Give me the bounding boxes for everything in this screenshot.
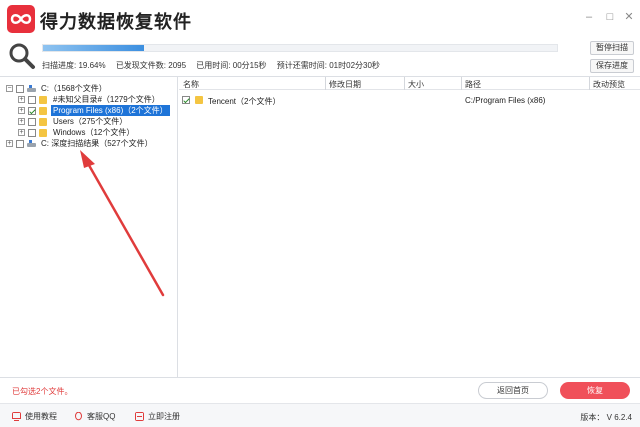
scan-stats: 扫描进度: 19.64% 已发现文件数: 2095 已用时间: 00分15秒 预…: [42, 60, 388, 71]
expand-icon[interactable]: +: [18, 118, 25, 125]
back-home-button[interactable]: 返回首页: [478, 382, 548, 399]
scan-progress-text: 扫描进度: 19.64%: [42, 61, 106, 70]
folder-tree: − C:（1568个文件） + #未知父目录#（1279个文件） + Progr…: [0, 77, 178, 377]
table-row[interactable]: Tencent（2个文件） C:/Program Files (x86): [179, 94, 640, 106]
column-size[interactable]: 大小: [408, 79, 424, 90]
register-label: 立即注册: [148, 412, 180, 421]
title-bar: 得力数据恢复软件 – □ ✕: [0, 0, 640, 38]
tree-item-deep-scan[interactable]: + C: 深度扫描结果（527个文件）: [6, 138, 155, 149]
qq-support-label: 客服QQ: [87, 412, 116, 421]
column-separator[interactable]: [325, 77, 326, 90]
tutorial-label: 使用教程: [25, 412, 57, 421]
tree-checkbox[interactable]: [16, 84, 24, 93]
column-path[interactable]: 路径: [465, 79, 481, 90]
folder-icon: [39, 106, 47, 115]
tree-checkbox[interactable]: [16, 139, 24, 148]
drive-icon: [27, 85, 36, 92]
scan-progress-fill: [43, 45, 144, 51]
register-icon: [135, 412, 144, 421]
found-files-text: 已发现文件数: 2095: [115, 61, 187, 70]
row-name: Tencent（2个文件）: [208, 97, 281, 106]
qq-support-link[interactable]: 客服QQ: [74, 411, 115, 422]
tutorial-link[interactable]: 使用教程: [12, 411, 57, 422]
tree-checkbox[interactable]: [28, 117, 36, 126]
tree-item-drive-c[interactable]: − C:（1568个文件）: [6, 83, 109, 94]
column-name[interactable]: 名称: [183, 79, 199, 90]
register-link[interactable]: 立即注册: [135, 411, 180, 422]
collapse-icon[interactable]: −: [6, 85, 13, 92]
folder-icon: [195, 96, 203, 104]
tree-item-label: Program Files (x86)（2个文件）: [51, 105, 170, 116]
folder-icon: [39, 117, 47, 126]
column-separator[interactable]: [589, 77, 590, 90]
tree-item-label: Windows（12个文件）: [53, 128, 135, 137]
pause-scan-button[interactable]: 暂停扫描: [590, 41, 634, 55]
infinity-icon: [10, 14, 32, 24]
expand-icon[interactable]: +: [18, 129, 25, 136]
tree-item-unknown-parent[interactable]: + #未知父目录#（1279个文件）: [18, 94, 162, 105]
close-button[interactable]: ✕: [622, 10, 636, 24]
column-separator[interactable]: [404, 77, 405, 90]
minimize-button[interactable]: –: [582, 10, 596, 24]
qq-icon: [75, 412, 82, 421]
magnifier-icon: [9, 43, 35, 69]
app-logo: [7, 5, 35, 33]
file-list: 名称 修改日期 大小 路径 改动预览 Tencent（2个文件） C:/Prog…: [179, 77, 640, 377]
expand-icon[interactable]: +: [18, 96, 25, 103]
tree-item-label: C:（1568个文件）: [41, 84, 107, 93]
maximize-button[interactable]: □: [603, 10, 617, 24]
tree-item-label: C: 深度扫描结果（527个文件）: [41, 139, 153, 148]
expand-icon[interactable]: +: [18, 107, 25, 114]
folder-icon: [39, 95, 47, 104]
tree-item-windows[interactable]: + Windows（12个文件）: [18, 127, 136, 138]
save-progress-button[interactable]: 保存进度: [590, 59, 634, 73]
folder-icon: [39, 128, 47, 137]
recover-button[interactable]: 恢复: [560, 382, 630, 399]
tree-checkbox[interactable]: [28, 128, 36, 137]
action-bar: 已勾选2个文件。 返回首页 恢复: [0, 377, 640, 403]
selected-count-text: 已勾选2个文件。: [12, 387, 73, 396]
drive-icon: [27, 140, 36, 147]
row-path: C:/Program Files (x86): [465, 96, 546, 105]
column-date[interactable]: 修改日期: [329, 79, 361, 90]
tree-item-program-files[interactable]: + Program Files (x86)（2个文件）: [18, 105, 170, 116]
expand-icon[interactable]: +: [6, 140, 13, 147]
tree-item-users[interactable]: + Users（275个文件）: [18, 116, 129, 127]
app-title: 得力数据恢复软件: [40, 12, 192, 32]
tree-item-label: Users（275个文件）: [53, 117, 128, 126]
tree-checkbox-checked[interactable]: [28, 106, 36, 115]
tree-item-label: #未知父目录#（1279个文件）: [53, 95, 160, 104]
column-preview[interactable]: 改动预览: [593, 79, 625, 90]
monitor-icon: [12, 412, 21, 421]
tree-checkbox[interactable]: [28, 95, 36, 104]
column-separator[interactable]: [461, 77, 462, 90]
row-checkbox-checked[interactable]: [182, 96, 190, 104]
remaining-time-text: 预计还需时间: 01时02分30秒: [276, 61, 380, 70]
elapsed-time-text: 已用时间: 00分15秒: [196, 61, 267, 70]
footer-bar: 使用教程 客服QQ 立即注册 版本： V 6.2.4: [0, 403, 640, 427]
file-list-header: 名称 修改日期 大小 路径 改动预览: [179, 77, 640, 90]
version-text: 版本： V 6.2.4: [580, 413, 632, 422]
scan-progress-bar: [42, 44, 558, 52]
